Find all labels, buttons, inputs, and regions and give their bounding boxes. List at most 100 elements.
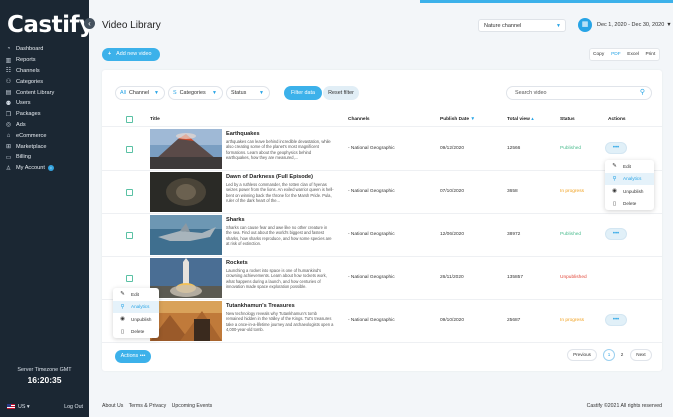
menu-item-edit[interactable]: ✎ Edit — [113, 288, 159, 301]
categories-filter[interactable]: S Categories ▼ — [168, 86, 223, 100]
video-title[interactable]: Sharks — [226, 217, 245, 223]
sidebar-item-reports[interactable]: ▥ Reports — [4, 55, 88, 66]
sidebar-footer: US ▾ Log Out — [7, 404, 83, 410]
unpublish-icon: ◉ — [612, 188, 617, 195]
column-label: Total view — [507, 117, 530, 122]
pagination-page-2[interactable]: 2 — [617, 349, 627, 361]
menu-item-delete[interactable]: ▯ Delete — [113, 326, 159, 339]
sidebar-item-label: My Account — [16, 165, 45, 172]
menu-item-edit[interactable]: ✎ Edit — [605, 160, 654, 173]
row-actions-button[interactable]: ••• — [605, 142, 627, 154]
print-button[interactable]: Print — [642, 49, 659, 60]
video-thumbnail[interactable] — [150, 129, 222, 169]
sidebar-item-billing[interactable]: ▭ Billing — [4, 152, 88, 163]
sidebar-item-label: Ads — [16, 121, 26, 128]
channel-filter[interactable]: All Channel ▼ — [115, 86, 165, 100]
sidebar-item-my-account[interactable]: ♙ My Account • — [4, 163, 88, 174]
column-actions: Actions — [608, 117, 626, 122]
edit-icon: ✎ — [612, 163, 617, 170]
sidebar-item-label: Packages — [16, 111, 41, 118]
sidebar-item-label: Marketplace — [16, 143, 47, 150]
select-all-checkbox[interactable] — [126, 116, 133, 123]
video-title[interactable]: Rockets — [226, 260, 248, 266]
delete-icon: ▯ — [120, 328, 125, 335]
pagination-next[interactable]: Next — [630, 349, 652, 361]
copy-button[interactable]: Copy — [590, 49, 607, 60]
status-filter[interactable]: Status ▼ — [226, 86, 270, 100]
video-title[interactable]: Dawn of Darkness (Full Episode) — [226, 174, 313, 180]
sidebar-item-ads[interactable]: ◎ Ads — [4, 120, 88, 131]
sidebar-item-ecommerce[interactable]: ⌂ eCommerce — [4, 130, 88, 141]
menu-item-unpublish[interactable]: ◉ Unpublish — [113, 313, 159, 326]
sidebar-item-users[interactable]: ⚉ Users — [4, 98, 88, 109]
menu-item-delete[interactable]: ▯ Delete — [605, 198, 654, 211]
filter-prefix: S — [173, 90, 177, 96]
sidebar-item-packages[interactable]: ❐ Packages — [4, 109, 88, 120]
sidebar-item-channels[interactable]: ☷ Channels — [4, 66, 88, 77]
footer-link-events[interactable]: Upcoming Events — [172, 403, 213, 409]
row-actions-button[interactable]: ••• — [605, 314, 627, 326]
excel-button[interactable]: Excel — [625, 49, 642, 60]
search-icon[interactable]: ⚲ — [640, 87, 645, 99]
footer-links: About Us Terms & Privacy Upcoming Events — [102, 403, 216, 409]
plus-icon: + — [108, 51, 112, 57]
pagination-page-1[interactable]: 1 — [603, 349, 615, 361]
publish-date: 09/12/2020 — [440, 146, 465, 151]
table-header: Title Channels Publish Date ▼ Total view… — [102, 112, 662, 127]
sidebar-item-content-library[interactable]: ▤ Content Library — [4, 87, 88, 98]
logout-link[interactable]: Log Out — [64, 404, 83, 410]
column-title[interactable]: Title — [150, 117, 160, 122]
column-status[interactable]: Status — [560, 117, 575, 122]
sidebar-item-marketplace[interactable]: ⊞ Marketplace — [4, 141, 88, 152]
app-logo[interactable]: Castify — [7, 12, 94, 38]
column-publish-date[interactable]: Publish Date ▼ — [440, 117, 475, 122]
bulk-actions-button[interactable]: Actions ••• — [115, 350, 151, 363]
row-checkbox[interactable] — [126, 146, 133, 153]
status-badge: In progress — [560, 318, 584, 323]
sidebar-item-dashboard[interactable]: ◔ Dashboard — [4, 44, 88, 55]
ads-icon: ◎ — [5, 122, 12, 129]
row-checkbox[interactable] — [126, 275, 133, 282]
pdf-button[interactable]: PDF — [607, 49, 624, 60]
column-total-view[interactable]: Total view ▴ — [507, 117, 534, 122]
video-thumbnail[interactable] — [150, 301, 222, 341]
pagination-previous[interactable]: Previous — [567, 349, 597, 361]
row-actions-button[interactable]: ••• — [605, 228, 627, 240]
video-library-card: All Channel ▼ S Categories ▼ Status ▼ Filter … — [102, 70, 662, 371]
filter-data-button[interactable]: Filter data — [284, 86, 322, 100]
locale-label: US — [18, 404, 26, 410]
video-thumbnail[interactable] — [150, 258, 222, 298]
sidebar-item-label: Users — [16, 100, 31, 107]
locale-selector[interactable]: US ▾ — [7, 404, 30, 410]
menu-item-unpublish[interactable]: ◉ Unpublish — [605, 185, 654, 198]
reset-filter-button[interactable]: Reset filter — [323, 86, 359, 100]
video-description: arthquakes can leave behind incredible d… — [226, 139, 331, 161]
channel-select[interactable]: Nature channel ▼ — [478, 19, 566, 32]
footer-link-terms[interactable]: Terms & Privacy — [129, 403, 166, 409]
sidebar: Castify ◔ Dashboard ▥ Reports ☷ Channels ⚇ C… — [0, 0, 94, 417]
chevron-left-icon: ‹ — [88, 19, 91, 28]
collapse-sidebar-button[interactable]: ‹ — [84, 18, 95, 29]
footer-link-about[interactable]: About Us — [102, 403, 123, 409]
video-thumbnail[interactable] — [150, 215, 222, 255]
copyright-text: Castify ©2021 All rights reserved — [586, 403, 662, 409]
row-checkbox[interactable] — [126, 189, 133, 196]
video-thumbnail[interactable] — [150, 172, 222, 212]
video-title[interactable]: Earthquakes — [226, 131, 260, 137]
ecommerce-icon: ⌂ — [6, 132, 11, 139]
row-checkbox[interactable] — [126, 232, 133, 239]
sidebar-item-categories[interactable]: ⚇ Categories — [4, 76, 88, 87]
video-title[interactable]: Tutankhamun's Treasures — [226, 303, 295, 309]
channel-filter-label: Channel — [129, 90, 150, 96]
add-new-video-button[interactable]: + Add new video — [102, 48, 160, 61]
table-row: Sharks Sharks can cause fear and awe lik… — [102, 214, 662, 257]
calendar-icon[interactable]: ▦ — [578, 18, 592, 32]
top-accent-bar — [420, 0, 673, 3]
search-input[interactable]: Search video ⚲ — [506, 86, 652, 100]
menu-item-analytics[interactable]: ⚲ Analytics — [113, 300, 159, 313]
column-channels[interactable]: Channels — [348, 117, 370, 122]
menu-item-analytics[interactable]: ⚲ Analytics — [605, 172, 654, 185]
sidebar-item-label: Reports — [16, 57, 36, 64]
video-description: New technology reveals why Tutankhamun's… — [226, 311, 334, 333]
date-range-picker[interactable]: Dec 1, 2020 - Dec 30, 2020 ▼ — [597, 22, 672, 28]
